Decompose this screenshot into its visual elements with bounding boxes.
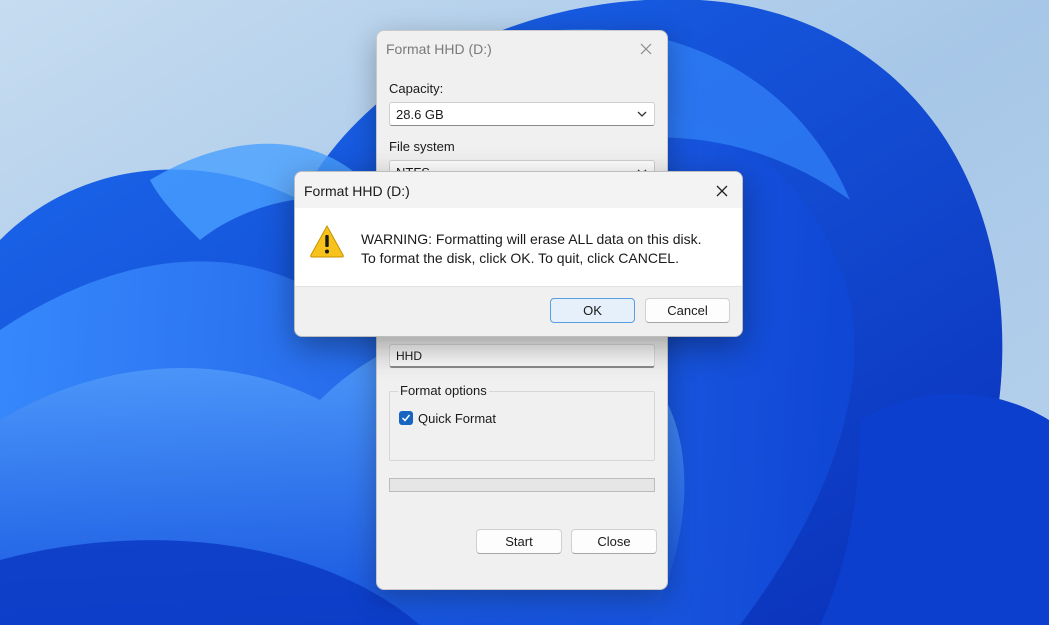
capacity-value: 28.6 GB	[396, 107, 444, 122]
warning-dialog: Format HHD (D:) WARNING: Formatting will…	[294, 171, 743, 337]
warning-line-1: WARNING: Formatting will erase ALL data …	[361, 231, 702, 247]
close-button[interactable]: Close	[571, 529, 657, 554]
quick-format-checkbox[interactable]	[399, 411, 413, 425]
warning-dialog-body: WARNING: Formatting will erase ALL data …	[295, 208, 742, 286]
warning-message: WARNING: Formatting will erase ALL data …	[361, 230, 702, 268]
start-button[interactable]: Start	[476, 529, 562, 554]
cancel-button[interactable]: Cancel	[645, 298, 730, 323]
format-dialog-title: Format HHD (D:)	[386, 41, 492, 57]
warning-dialog-title: Format HHD (D:)	[304, 183, 410, 199]
chevron-down-icon	[637, 111, 647, 117]
quick-format-label[interactable]: Quick Format	[418, 411, 496, 426]
format-options-label: Format options	[398, 383, 489, 398]
capacity-label: Capacity:	[389, 81, 444, 96]
format-dialog-close-button[interactable]	[633, 37, 659, 61]
close-icon	[716, 185, 728, 197]
format-options-group: Format options Quick Format	[389, 383, 655, 461]
checkmark-icon	[401, 414, 411, 422]
warning-icon	[310, 224, 344, 258]
warning-line-2: To format the disk, click OK. To quit, c…	[361, 250, 679, 266]
volume-label-input[interactable]: HHD	[389, 344, 655, 368]
file-system-label: File system	[389, 139, 455, 154]
capacity-dropdown[interactable]: 28.6 GB	[389, 102, 655, 126]
warning-dialog-close-button[interactable]	[708, 178, 736, 204]
format-progress-bar	[389, 478, 655, 492]
warning-dialog-footer: OK Cancel	[295, 286, 742, 336]
volume-label-value: HHD	[396, 349, 422, 363]
warning-dialog-titlebar: Format HHD (D:)	[295, 172, 742, 208]
close-icon	[640, 43, 652, 55]
ok-button[interactable]: OK	[550, 298, 635, 323]
